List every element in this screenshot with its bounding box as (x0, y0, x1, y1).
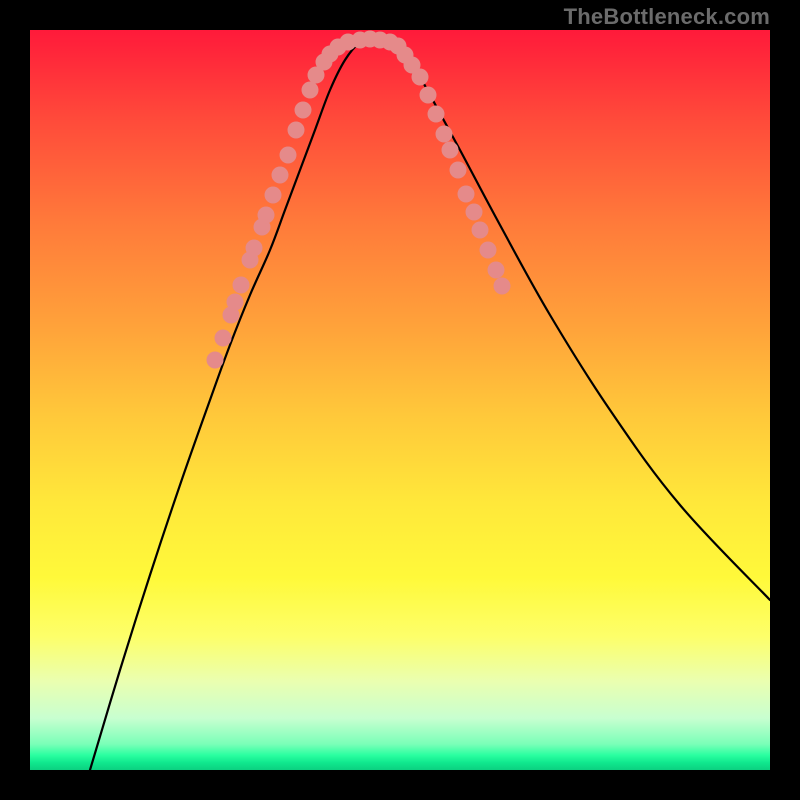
data-dot (412, 69, 429, 86)
plot-area (30, 30, 770, 770)
data-dot (436, 126, 453, 143)
data-dot (450, 162, 467, 179)
data-dot (265, 187, 282, 204)
data-dot (494, 278, 511, 295)
data-dot (233, 277, 250, 294)
data-dot (227, 294, 244, 311)
data-dot (488, 262, 505, 279)
data-dot (280, 147, 297, 164)
data-dots (207, 31, 511, 369)
data-dot (458, 186, 475, 203)
data-dot (288, 122, 305, 139)
data-dot (258, 207, 275, 224)
data-dot (466, 204, 483, 221)
data-dot (472, 222, 489, 239)
data-dot (480, 242, 497, 259)
watermark-text: TheBottleneck.com (564, 4, 770, 30)
data-dot (272, 167, 289, 184)
data-dot (207, 352, 224, 369)
data-dot (246, 240, 263, 257)
data-dot (215, 330, 232, 347)
data-dot (302, 82, 319, 99)
data-dot (428, 106, 445, 123)
chart-svg (30, 30, 770, 770)
data-dot (442, 142, 459, 159)
data-dot (295, 102, 312, 119)
outer-frame: TheBottleneck.com (0, 0, 800, 800)
data-dot (420, 87, 437, 104)
bottleneck-curve (90, 35, 770, 770)
